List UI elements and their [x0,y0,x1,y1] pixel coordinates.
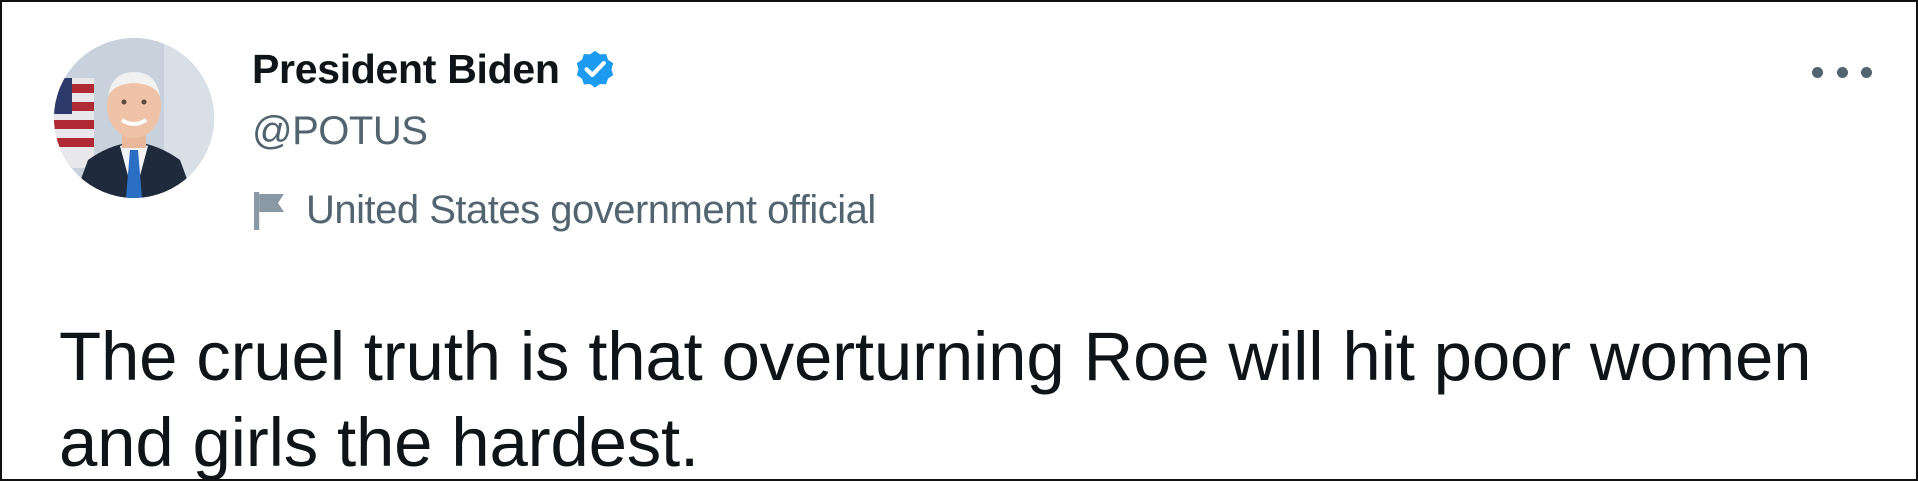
more-dots-icon [1861,66,1872,78]
avatar-portrait-image [54,38,214,198]
author-name-row[interactable]: President Biden [252,44,618,94]
author-handle[interactable]: @POTUS [252,109,428,154]
author-display-name[interactable]: President Biden [252,46,560,93]
affiliation-label: United States government official [252,185,876,235]
more-dots-icon [1836,66,1848,78]
avatar[interactable] [54,38,214,198]
tweet-text: The cruel truth is that overturning Roe … [59,318,1812,481]
verified-badge-icon [572,46,618,92]
tweet-card: President Biden @POTUS United States gov… [0,0,1918,481]
flag-icon [252,188,288,232]
affiliation-label-text: United States government official [306,187,876,232]
more-options-button[interactable] [1812,52,1872,92]
more-dots-icon [1812,66,1823,78]
